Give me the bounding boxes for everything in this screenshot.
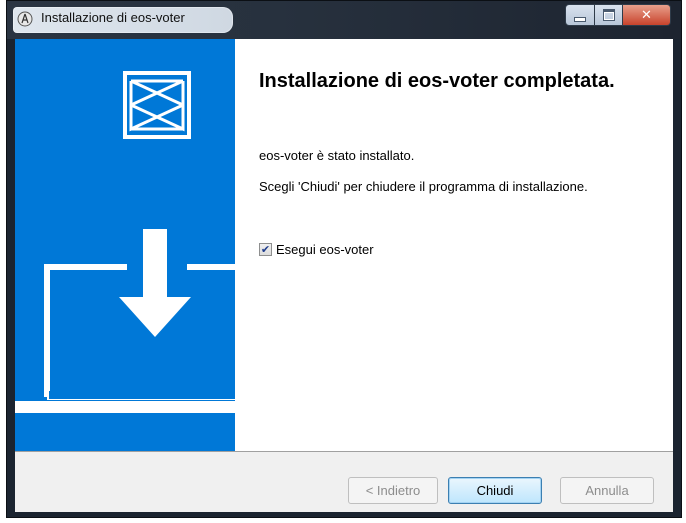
page-title: Installazione di eos-voter completata.	[259, 70, 615, 92]
title-bar[interactable]: Installazione di eos-voter ✕	[7, 1, 681, 39]
installer-icon	[17, 11, 33, 27]
finish-button[interactable]: Chiudi	[448, 477, 542, 504]
cancel-button[interactable]: Annulla	[560, 477, 654, 504]
caption-buttons: ✕	[565, 4, 671, 26]
download-to-laptop-illustration	[17, 264, 245, 410]
minimize-icon	[574, 16, 586, 22]
back-button[interactable]: < Indietro	[348, 477, 438, 504]
maximize-button[interactable]	[595, 4, 623, 26]
installer-window: Installazione di eos-voter ✕ Installazio…	[6, 0, 682, 518]
client-area: Installazione di eos-voter completata. e…	[15, 39, 673, 512]
close-button[interactable]: ✕	[623, 4, 671, 26]
run-app-checkbox[interactable]: ✔	[259, 243, 272, 256]
side-banner	[15, 39, 245, 451]
content-panel: Installazione di eos-voter completata. e…	[235, 39, 673, 451]
installed-message: eos-voter è stato installato.	[259, 148, 415, 163]
button-bar: < Indietro Chiudi Annulla	[15, 451, 673, 512]
close-icon: ✕	[641, 7, 652, 23]
minimize-button[interactable]	[565, 4, 595, 26]
banner-illustration	[15, 71, 245, 413]
instructions-message: Scegli 'Chiudi' per chiudere il programm…	[259, 179, 588, 194]
run-app-label[interactable]: Esegui eos-voter	[276, 242, 374, 257]
eos-voter-logo	[123, 71, 191, 139]
window-title: Installazione di eos-voter	[41, 10, 185, 25]
maximize-icon	[602, 9, 615, 21]
run-app-option[interactable]: ✔ Esegui eos-voter	[259, 242, 374, 257]
